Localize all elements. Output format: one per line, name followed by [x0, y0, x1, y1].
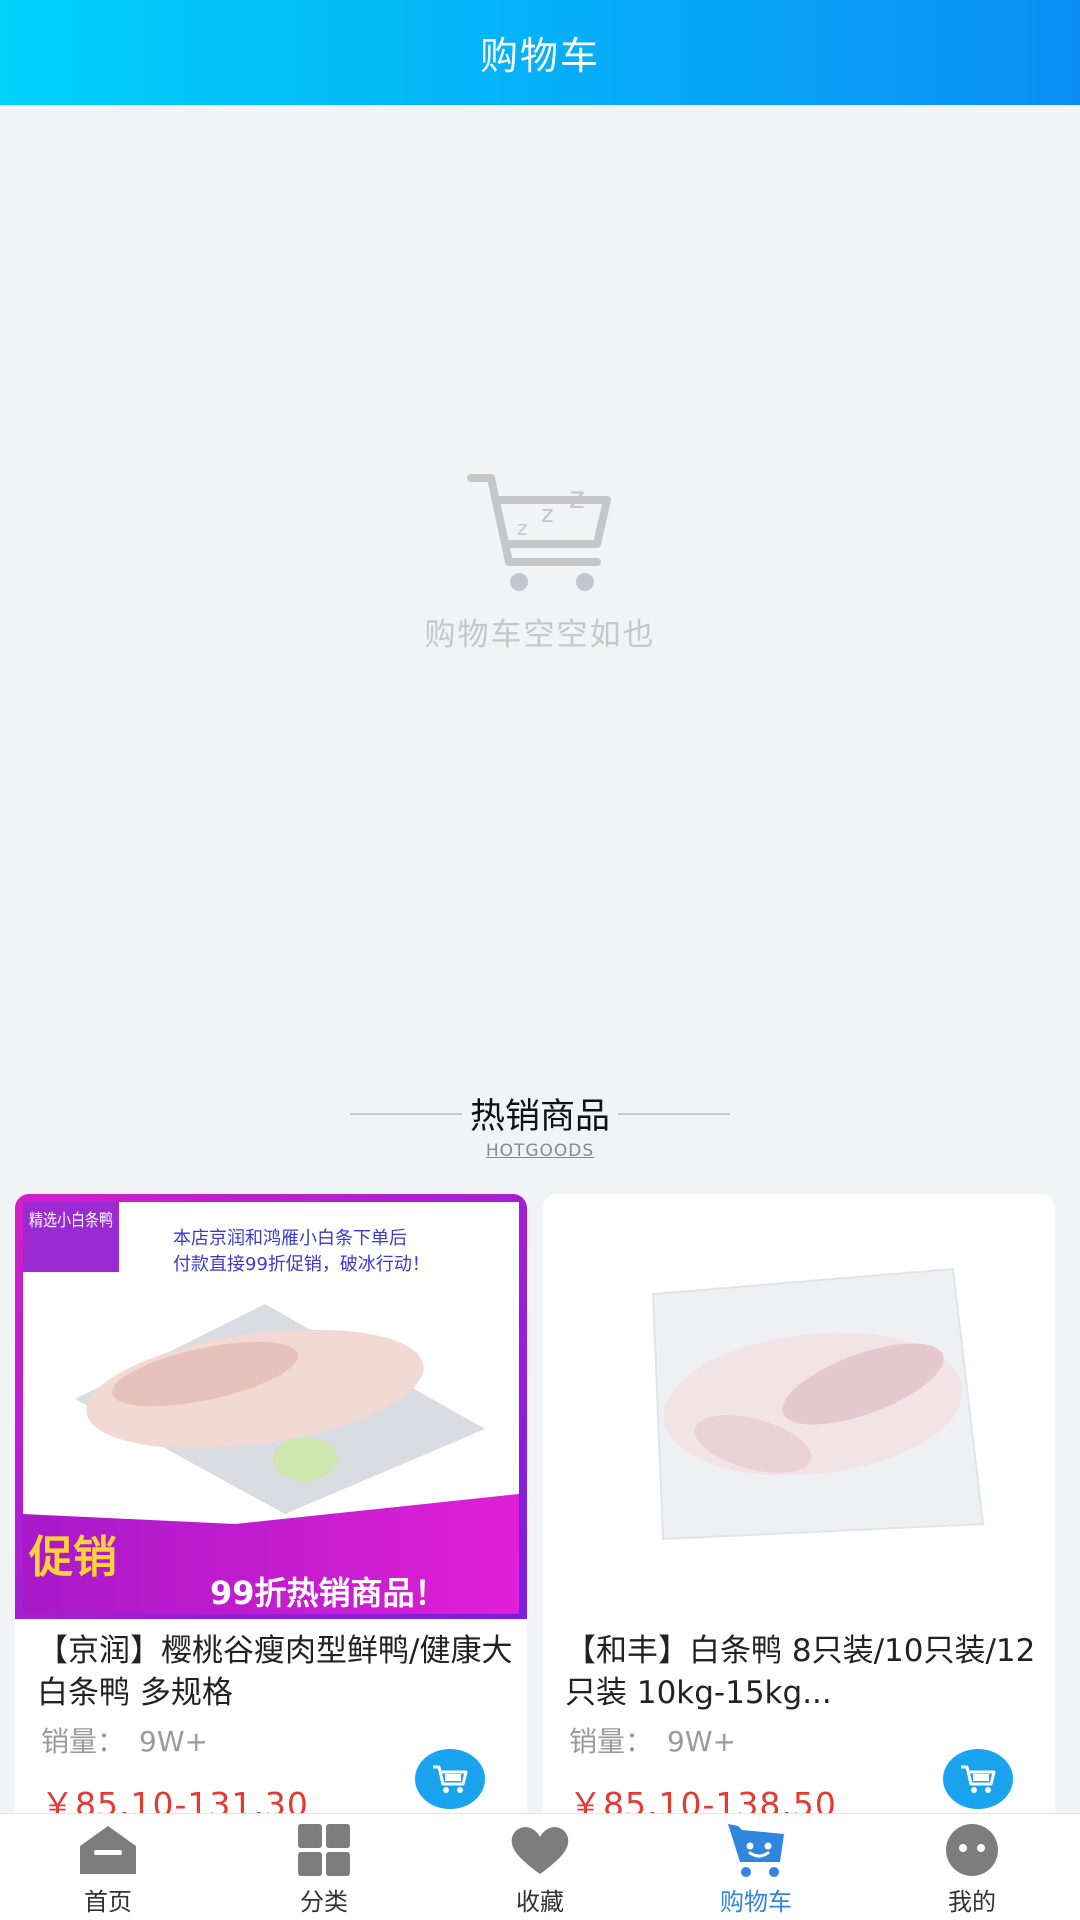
cart-icon	[433, 1765, 468, 1793]
category-icon	[298, 1824, 350, 1876]
svg-text:z: z	[569, 481, 585, 516]
banner-corner-tag: 精选小白条鸭	[29, 1211, 113, 1231]
product-name: 【京润】樱桃谷瘦肉型鲜鸭/健康大白条鸭 多规格	[37, 1633, 513, 1711]
sales-label: 销量：	[41, 1725, 126, 1758]
tab-label-favorites: 收藏	[516, 1888, 564, 1916]
heart-icon	[511, 1827, 569, 1874]
sales-value: 9W+	[667, 1725, 736, 1758]
tab-label-category: 分类	[300, 1888, 348, 1916]
product-image	[543, 1194, 1055, 1619]
tab-favorites[interactable]: 收藏	[432, 1814, 648, 1920]
product-grid: 精选小白条鸭 本店京润和鸿雁小白条下单后 付款直接99折促销，破冰行动！ 促销 …	[15, 1194, 1057, 1834]
svg-text:z: z	[517, 516, 528, 540]
tab-label-cart: 购物车	[720, 1888, 792, 1916]
banner-notice-line1: 本店京润和鸿雁小白条下单后	[173, 1228, 407, 1249]
hot-goods-title: 热销商品	[469, 1097, 610, 1137]
add-to-cart-button[interactable]	[415, 1749, 485, 1809]
divider-right	[618, 1112, 730, 1115]
product-card[interactable]: 【和丰】白条鸭 8只装/10只装/12只装 10kg-15kg... 销量： 9W…	[543, 1194, 1055, 1834]
product-name: 【和丰】白条鸭 8只装/10只装/12只装 10kg-15kg...	[565, 1633, 1036, 1711]
empty-cart-icon: z z z	[467, 474, 611, 591]
sales-value: 9W+	[139, 1725, 208, 1758]
tab-home[interactable]: 首页	[0, 1814, 216, 1920]
tab-label-home: 首页	[84, 1888, 132, 1916]
tab-profile[interactable]: 我的	[864, 1814, 1080, 1920]
divider-left	[349, 1112, 462, 1115]
cart-icon	[728, 1824, 784, 1877]
hot-goods-subtitle: HOTGOODS	[485, 1141, 595, 1161]
profile-icon	[946, 1824, 998, 1876]
empty-cart-message: 购物车空空如也	[424, 617, 656, 653]
product-image: 精选小白条鸭 本店京润和鸿雁小白条下单后 付款直接99折促销，破冰行动！ 促销 …	[15, 1194, 527, 1619]
hot-goods-header: 热销商品 HOTGOODS	[0, 1088, 1080, 1161]
product-sales: 销量： 9W+	[569, 1720, 736, 1760]
product-sales: 销量： 9W+	[41, 1720, 208, 1760]
home-icon	[80, 1826, 136, 1874]
banner-promo-label: 促销	[28, 1532, 117, 1583]
tab-label-profile: 我的	[948, 1888, 996, 1916]
tab-cart[interactable]: 购物车	[648, 1814, 864, 1920]
empty-cart-state: z z z 购物车空空如也	[0, 470, 1080, 654]
banner-notice-line2: 付款直接99折促销，破冰行动！	[173, 1254, 430, 1275]
svg-text:z: z	[541, 500, 554, 528]
tab-category[interactable]: 分类	[216, 1814, 432, 1920]
app-header: 购物车	[0, 0, 1080, 105]
page-title: 购物车	[479, 34, 600, 78]
bottom-tab-bar: 首页 分类 收藏 购物车 我的	[0, 1813, 1080, 1920]
sales-label: 销量：	[569, 1725, 654, 1758]
banner-promo-text: 99折热销商品！	[210, 1574, 447, 1612]
cart-icon	[961, 1765, 996, 1793]
product-card[interactable]: 精选小白条鸭 本店京润和鸿雁小白条下单后 付款直接99折促销，破冰行动！ 促销 …	[15, 1194, 527, 1834]
add-to-cart-button[interactable]	[943, 1749, 1013, 1809]
